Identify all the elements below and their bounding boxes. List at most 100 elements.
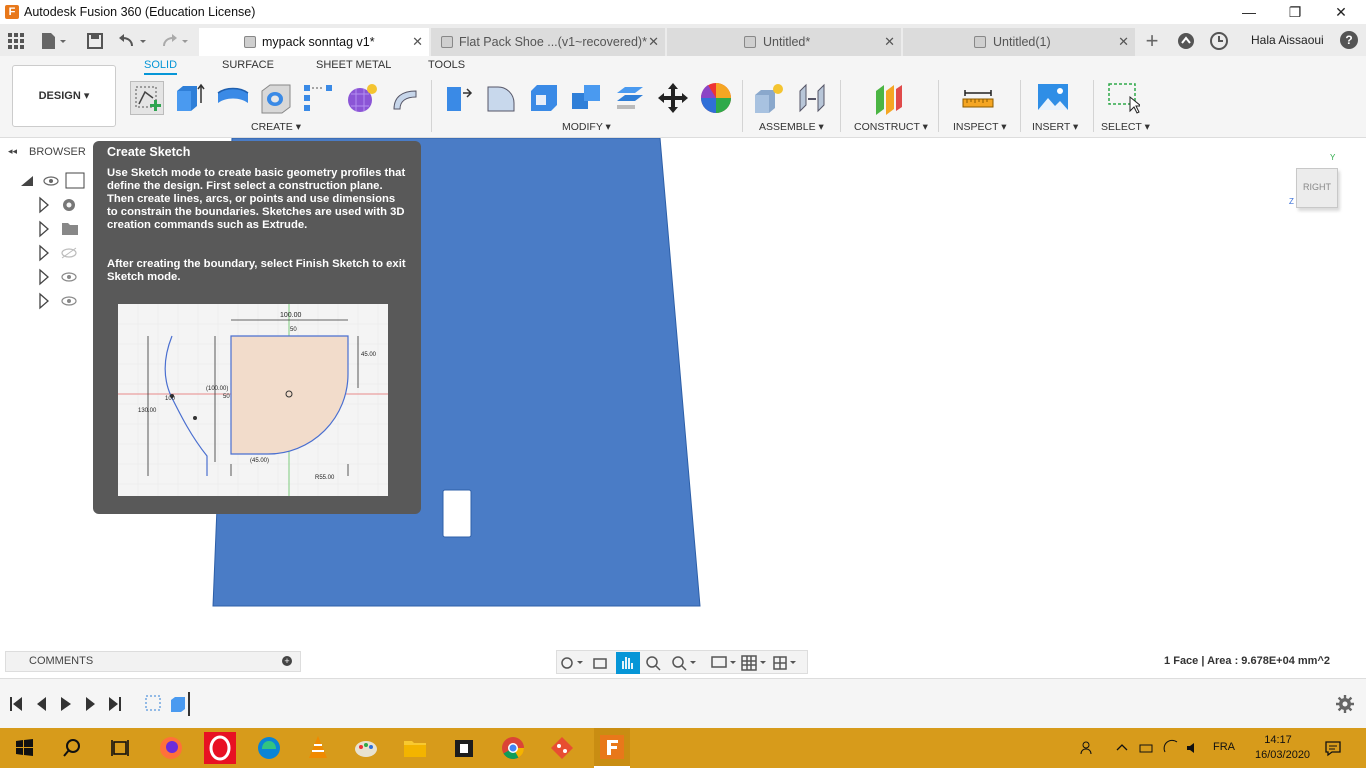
appearance-icon[interactable] — [699, 81, 733, 115]
pattern-icon[interactable] — [302, 81, 336, 115]
construct-menu[interactable]: CONSTRUCT ▾ — [854, 121, 928, 133]
firefox-icon[interactable] — [155, 732, 187, 764]
clock[interactable]: 14:17 16/03/2020 — [1255, 733, 1310, 763]
z-axis-label: Z — [1289, 197, 1294, 206]
joint-icon[interactable] — [796, 81, 830, 115]
edge-icon[interactable] — [253, 732, 285, 764]
data-panel-icon[interactable] — [5, 30, 27, 52]
shell-icon[interactable] — [527, 81, 561, 115]
vlc-icon[interactable] — [302, 732, 334, 764]
user-account-name[interactable]: Hala Aissaoui — [1251, 33, 1324, 47]
save-icon[interactable] — [84, 30, 106, 52]
tooltip-hint: After creating the boundary, select Fini… — [107, 258, 406, 283]
move-icon[interactable] — [656, 81, 690, 115]
close-tab-icon[interactable]: ✕ — [1118, 28, 1129, 56]
tab-flat-pack-shoe[interactable]: Flat Pack Shoe ...(v1~recovered)* ✕ — [431, 28, 665, 56]
new-component-icon[interactable] — [752, 81, 786, 115]
create-menu[interactable]: CREATE ▾ — [251, 121, 301, 133]
task-view-icon[interactable] — [104, 732, 136, 764]
comments-panel[interactable]: COMMENTS + — [5, 651, 301, 672]
tab-untitled-1[interactable]: Untitled(1) ✕ — [903, 28, 1135, 56]
search-icon[interactable] — [56, 732, 88, 764]
revolve-icon[interactable] — [216, 81, 250, 115]
maximize-button[interactable]: ❐ — [1272, 2, 1318, 22]
press-pull-icon[interactable] — [441, 81, 475, 115]
dim-left: 130.00 — [138, 408, 157, 414]
window-select-icon[interactable] — [1106, 81, 1143, 115]
minimize-button[interactable]: — — [1226, 2, 1272, 22]
toolbar-divider — [840, 80, 841, 132]
tab-label: Untitled(1) — [993, 35, 1051, 49]
timeline-controls[interactable] — [8, 692, 198, 716]
paint-icon[interactable] — [350, 732, 382, 764]
sketch-example-image: 100.00 50 45.00 (100.00) 50 130.00 100 (… — [118, 304, 388, 496]
offset-face-icon[interactable] — [613, 81, 647, 115]
language-indicator[interactable]: FRA — [1213, 741, 1235, 753]
dim-mid: 50 — [223, 394, 230, 400]
opera-icon[interactable] — [204, 732, 236, 764]
close-window-button[interactable]: ✕ — [1318, 2, 1364, 22]
tab-solid[interactable]: SOLID — [144, 59, 178, 75]
insert-image-icon[interactable] — [1036, 81, 1070, 115]
tab-surface[interactable]: SURFACE — [222, 59, 274, 75]
redo-icon[interactable] — [158, 30, 188, 52]
assemble-menu[interactable]: ASSEMBLE ▾ — [759, 121, 824, 133]
measure-icon[interactable] — [961, 81, 995, 115]
dim-right: 45.00 — [361, 352, 377, 358]
selection-status: 1 Face | Area : 9.678E+04 mm^2 — [1164, 655, 1330, 667]
form-icon[interactable] — [345, 81, 379, 115]
workspace-switcher-button[interactable]: DESIGN ▾ — [12, 65, 116, 127]
close-tab-icon[interactable]: ✕ — [884, 28, 895, 56]
action-center-icon[interactable] — [1324, 739, 1342, 757]
browser-panel-header[interactable]: ◂◂ BROWSER — [4, 144, 94, 162]
document-icon — [244, 36, 256, 48]
help-icon[interactable]: ? — [1340, 31, 1358, 49]
windows-start-icon[interactable] — [8, 732, 40, 764]
insert-menu[interactable]: INSERT ▾ — [1032, 121, 1078, 133]
close-tab-icon[interactable]: ✕ — [648, 28, 659, 56]
undo-icon[interactable] — [116, 30, 146, 52]
fusion-logo-icon: F — [5, 5, 19, 19]
collapse-browser-icon[interactable]: ◂◂ — [8, 146, 17, 157]
file-explorer-icon[interactable] — [399, 732, 431, 764]
sweep-icon[interactable] — [388, 81, 422, 115]
modify-menu[interactable]: MODIFY ▾ — [562, 121, 611, 133]
add-comment-icon[interactable]: + — [282, 656, 292, 666]
select-menu[interactable]: SELECT ▾ — [1101, 121, 1150, 133]
notifications-icon[interactable] — [1208, 30, 1230, 52]
file-menu-icon[interactable] — [38, 30, 66, 52]
dim-half: 50 — [290, 327, 297, 333]
viewcube[interactable]: RIGHT — [1296, 168, 1338, 208]
dim-bottom: (45.00) — [250, 458, 270, 464]
store-icon[interactable] — [448, 732, 480, 764]
job-status-icon[interactable] — [1175, 30, 1197, 52]
fillet-icon[interactable] — [484, 81, 518, 115]
document-icon — [441, 36, 453, 48]
combine-icon[interactable] — [570, 81, 604, 115]
tab-label: mypack sonntag v1* — [262, 35, 375, 49]
document-icon — [974, 36, 986, 48]
dim-curve: 100 — [165, 396, 176, 402]
close-tab-icon[interactable]: ✕ — [412, 28, 423, 56]
settings-gear-icon[interactable] — [1336, 695, 1354, 713]
fusion-taskbar-icon[interactable] — [594, 728, 630, 768]
toolbar-divider — [742, 80, 743, 132]
git-app-icon[interactable] — [546, 732, 578, 764]
tab-untitled[interactable]: Untitled* ✕ — [667, 28, 901, 56]
hole-icon[interactable] — [259, 81, 293, 115]
create-sketch-tooltip: Create Sketch Use Sketch mode to create … — [93, 141, 421, 514]
inspect-menu[interactable]: INSPECT ▾ — [953, 121, 1007, 133]
comments-label: COMMENTS — [29, 655, 94, 667]
tab-mypack-sonntag[interactable]: mypack sonntag v1* ✕ — [199, 28, 429, 56]
browser-tree[interactable] — [16, 170, 96, 310]
window-title: Autodesk Fusion 360 (Education License) — [24, 5, 256, 19]
navigation-bar — [556, 650, 808, 674]
chrome-icon[interactable] — [497, 732, 529, 764]
tab-tools[interactable]: TOOLS — [428, 59, 465, 75]
people-icon[interactable] — [1078, 738, 1098, 758]
tab-sheet-metal[interactable]: SHEET METAL — [316, 59, 391, 75]
create-sketch-icon[interactable] — [130, 81, 164, 115]
new-tab-icon[interactable]: + — [1141, 30, 1163, 52]
extrude-icon[interactable] — [173, 81, 207, 115]
offset-plane-icon[interactable] — [872, 81, 906, 115]
